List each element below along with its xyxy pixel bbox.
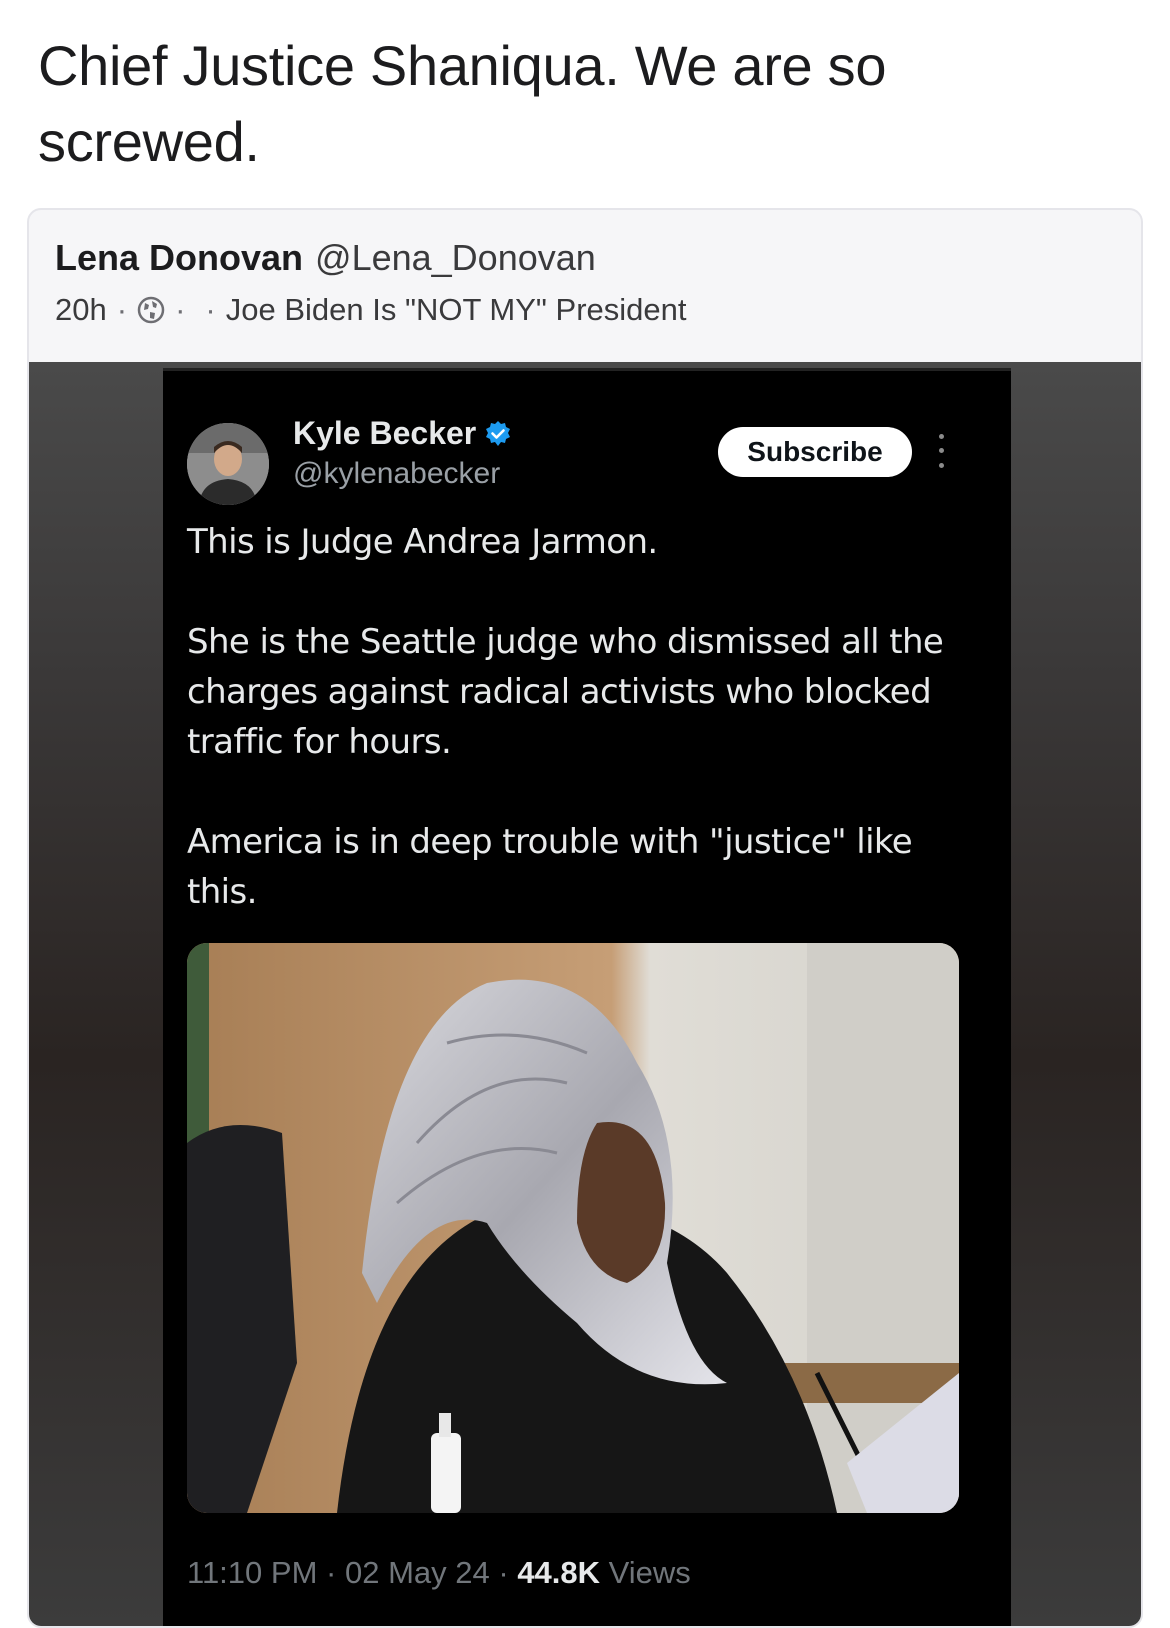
views-count: 44.8K <box>517 1555 601 1590</box>
tweet-paragraph: This is Judge Andrea Jarmon. <box>187 522 658 562</box>
avatar[interactable] <box>187 423 269 505</box>
views-label: Views <box>608 1555 691 1590</box>
quoted-post-card[interactable]: Lena Donovan @Lena_Donovan 20h · · · Joe … <box>27 208 1143 1628</box>
tweet-time: 11:10 PM <box>187 1555 318 1590</box>
separator: · <box>116 292 128 327</box>
separator: · <box>205 292 216 327</box>
tweet-meta: 11:10 PM · 02 May 24 · 44.8K Views <box>187 1555 691 1591</box>
tweet-photo[interactable] <box>187 943 959 1513</box>
post-text: Chief Justice Shaniqua. We are so screwe… <box>38 34 887 173</box>
separator: · <box>326 1555 337 1590</box>
tweet-paragraph: She is the Seattle judge who dismissed a… <box>187 622 944 762</box>
embedded-tweet-screenshot: Kyle Becker @kylenabecker Subscribe This… <box>163 368 1011 1626</box>
quoted-author-handle[interactable]: @Lena_Donovan <box>315 237 596 278</box>
more-options-icon[interactable] <box>933 429 949 473</box>
tweet-author-name[interactable]: Kyle Becker <box>293 415 512 452</box>
subscribe-button[interactable]: Subscribe <box>718 427 912 477</box>
tweet-body: This is Judge Andrea Jarmon. She is the … <box>187 517 987 967</box>
quoted-post-header: Lena Donovan @Lena_Donovan 20h · · · Joe … <box>29 210 1141 362</box>
tweet-author-handle[interactable]: @kylenabecker <box>293 457 500 491</box>
post-image[interactable]: Kyle Becker @kylenabecker Subscribe This… <box>29 362 1141 1626</box>
group-name[interactable]: Joe Biden Is "NOT MY" President <box>226 290 687 330</box>
separator: · <box>175 292 186 327</box>
separator: · <box>498 1555 509 1590</box>
verified-badge-icon <box>484 420 512 448</box>
globe-icon <box>137 296 165 324</box>
tweet-paragraph: America is in deep trouble with "justice… <box>187 822 913 912</box>
tweet-date: 02 May 24 <box>344 1555 490 1590</box>
post-time: 20h <box>55 292 107 327</box>
quoted-author-name[interactable]: Lena Donovan <box>55 237 303 278</box>
